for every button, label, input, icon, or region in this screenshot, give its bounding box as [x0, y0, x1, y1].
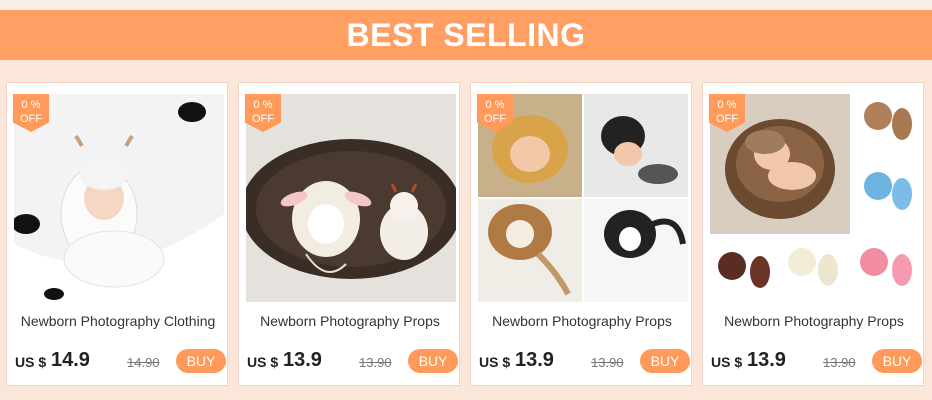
sale-price: 13.9 — [515, 349, 554, 371]
badge-off: OFF — [20, 113, 42, 125]
product-image[interactable] — [478, 94, 688, 302]
sale-price: 13.9 — [283, 349, 322, 371]
sale-price: 13.9 — [747, 349, 786, 371]
best-selling-banner: BEST SELLING — [0, 10, 932, 60]
price-row: US $ 13.9 13.90 BUY — [245, 347, 458, 373]
top-strip — [0, 0, 932, 10]
badge-percent: 0 % — [717, 99, 737, 111]
sale-price: 14.9 — [51, 349, 90, 371]
currency-label: US $ — [247, 354, 279, 370]
buy-button[interactable]: BUY — [872, 349, 922, 373]
product-title[interactable]: Newborn Photography Clothing — [7, 313, 229, 329]
currency-label: US $ — [711, 354, 743, 370]
price-row: US $ 13.9 13.90 BUY — [709, 347, 922, 373]
badge-percent: 0 % — [253, 99, 273, 111]
product-title[interactable]: Newborn Photography Props — [703, 313, 925, 329]
product-card[interactable]: 0 % OFF Newborn Photography Props US $ 1… — [238, 82, 460, 386]
product-image[interactable] — [14, 94, 224, 302]
buy-button[interactable]: BUY — [640, 349, 690, 373]
badge-off: OFF — [484, 113, 506, 125]
product-grid: 0 % OFF Newborn Photography Clothing US … — [0, 82, 932, 386]
badge-percent: 0 % — [485, 99, 505, 111]
product-image[interactable] — [246, 94, 456, 302]
price-row: US $ 14.9 14.90 BUY — [13, 347, 226, 373]
currency-label: US $ — [479, 354, 511, 370]
badge-off: OFF — [716, 113, 738, 125]
original-price: 14.90 — [127, 355, 160, 370]
original-price: 13.90 — [591, 355, 624, 370]
banner-title: BEST SELLING — [346, 16, 586, 53]
badge-off: OFF — [252, 113, 274, 125]
product-title[interactable]: Newborn Photography Props — [471, 313, 693, 329]
currency-label: US $ — [15, 354, 47, 370]
price-row: US $ 13.9 13.90 BUY — [477, 347, 690, 373]
product-image[interactable] — [710, 94, 920, 302]
buy-button[interactable]: BUY — [176, 349, 226, 373]
badge-percent: 0 % — [21, 99, 41, 111]
original-price: 13.90 — [823, 355, 856, 370]
product-card[interactable]: 0 % OFF Newborn Photography Props US $ 1… — [470, 82, 692, 386]
product-card[interactable]: 0 % OFF Newborn Photography Clothing US … — [6, 82, 228, 386]
product-card[interactable]: 0 % OFF Newborn Photography Props US $ 1… — [702, 82, 924, 386]
original-price: 13.90 — [359, 355, 392, 370]
buy-button[interactable]: BUY — [408, 349, 458, 373]
product-title[interactable]: Newborn Photography Props — [239, 313, 461, 329]
